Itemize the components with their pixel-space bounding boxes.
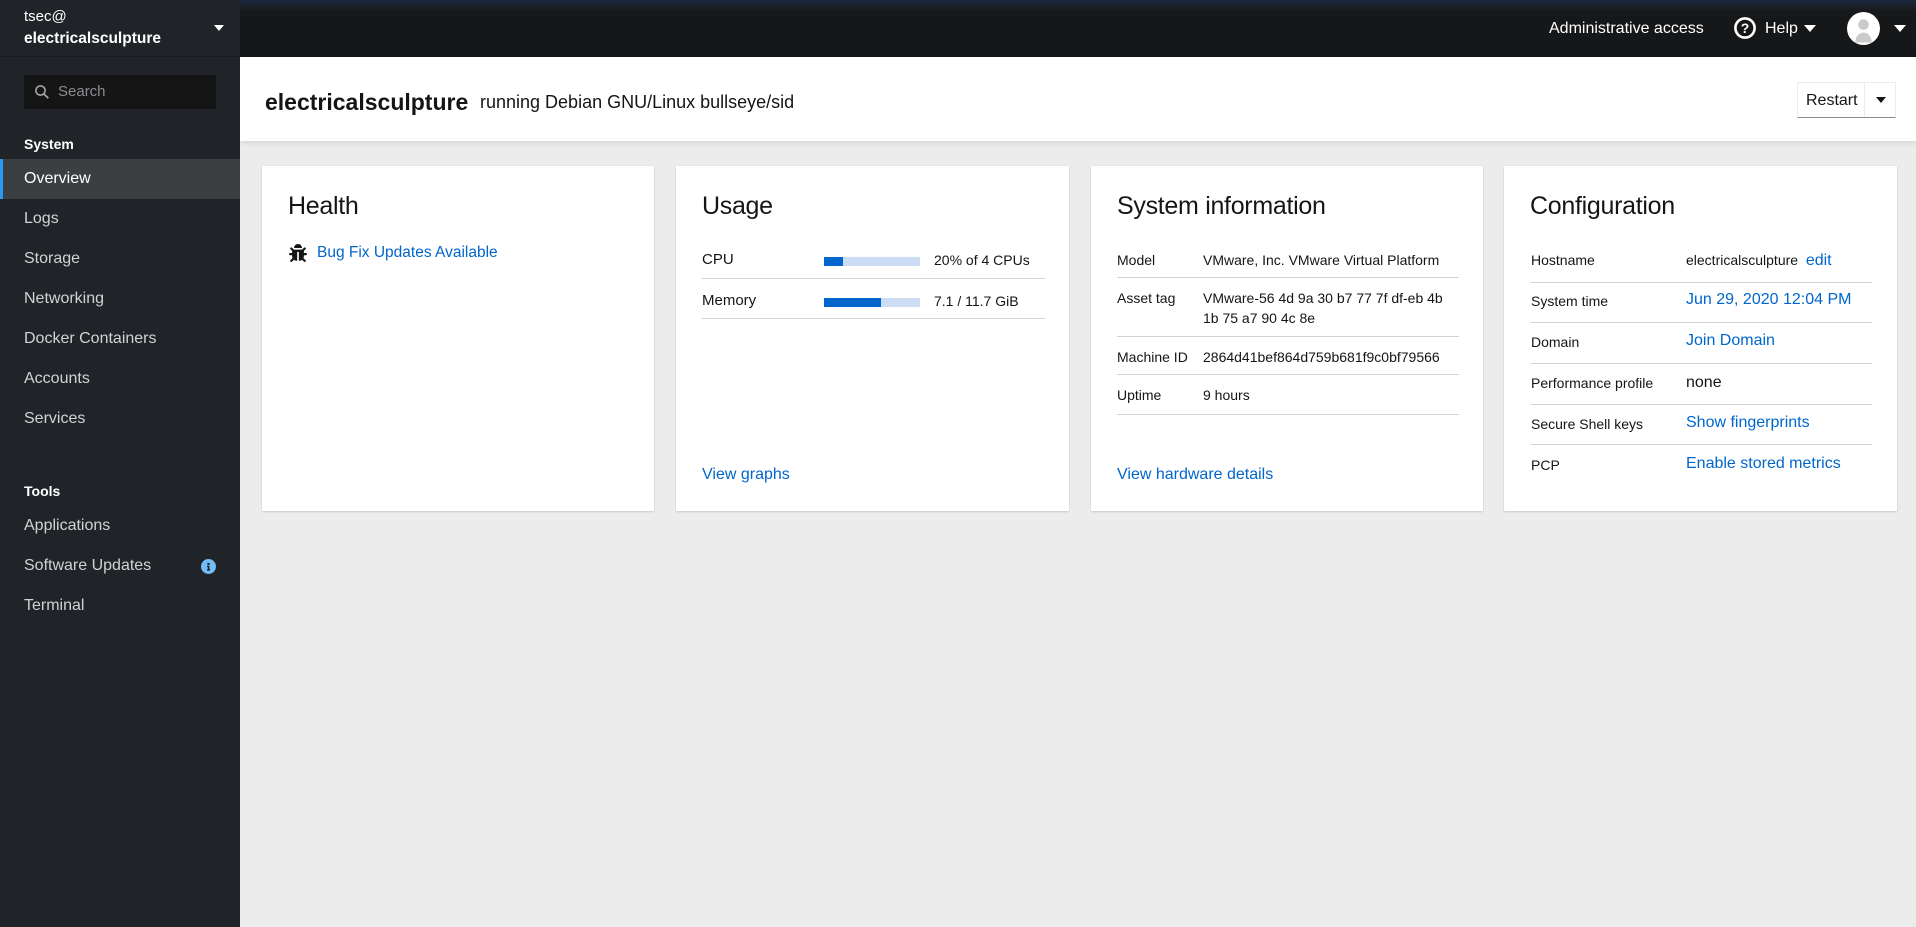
svg-text:?: ? [1741,20,1750,36]
